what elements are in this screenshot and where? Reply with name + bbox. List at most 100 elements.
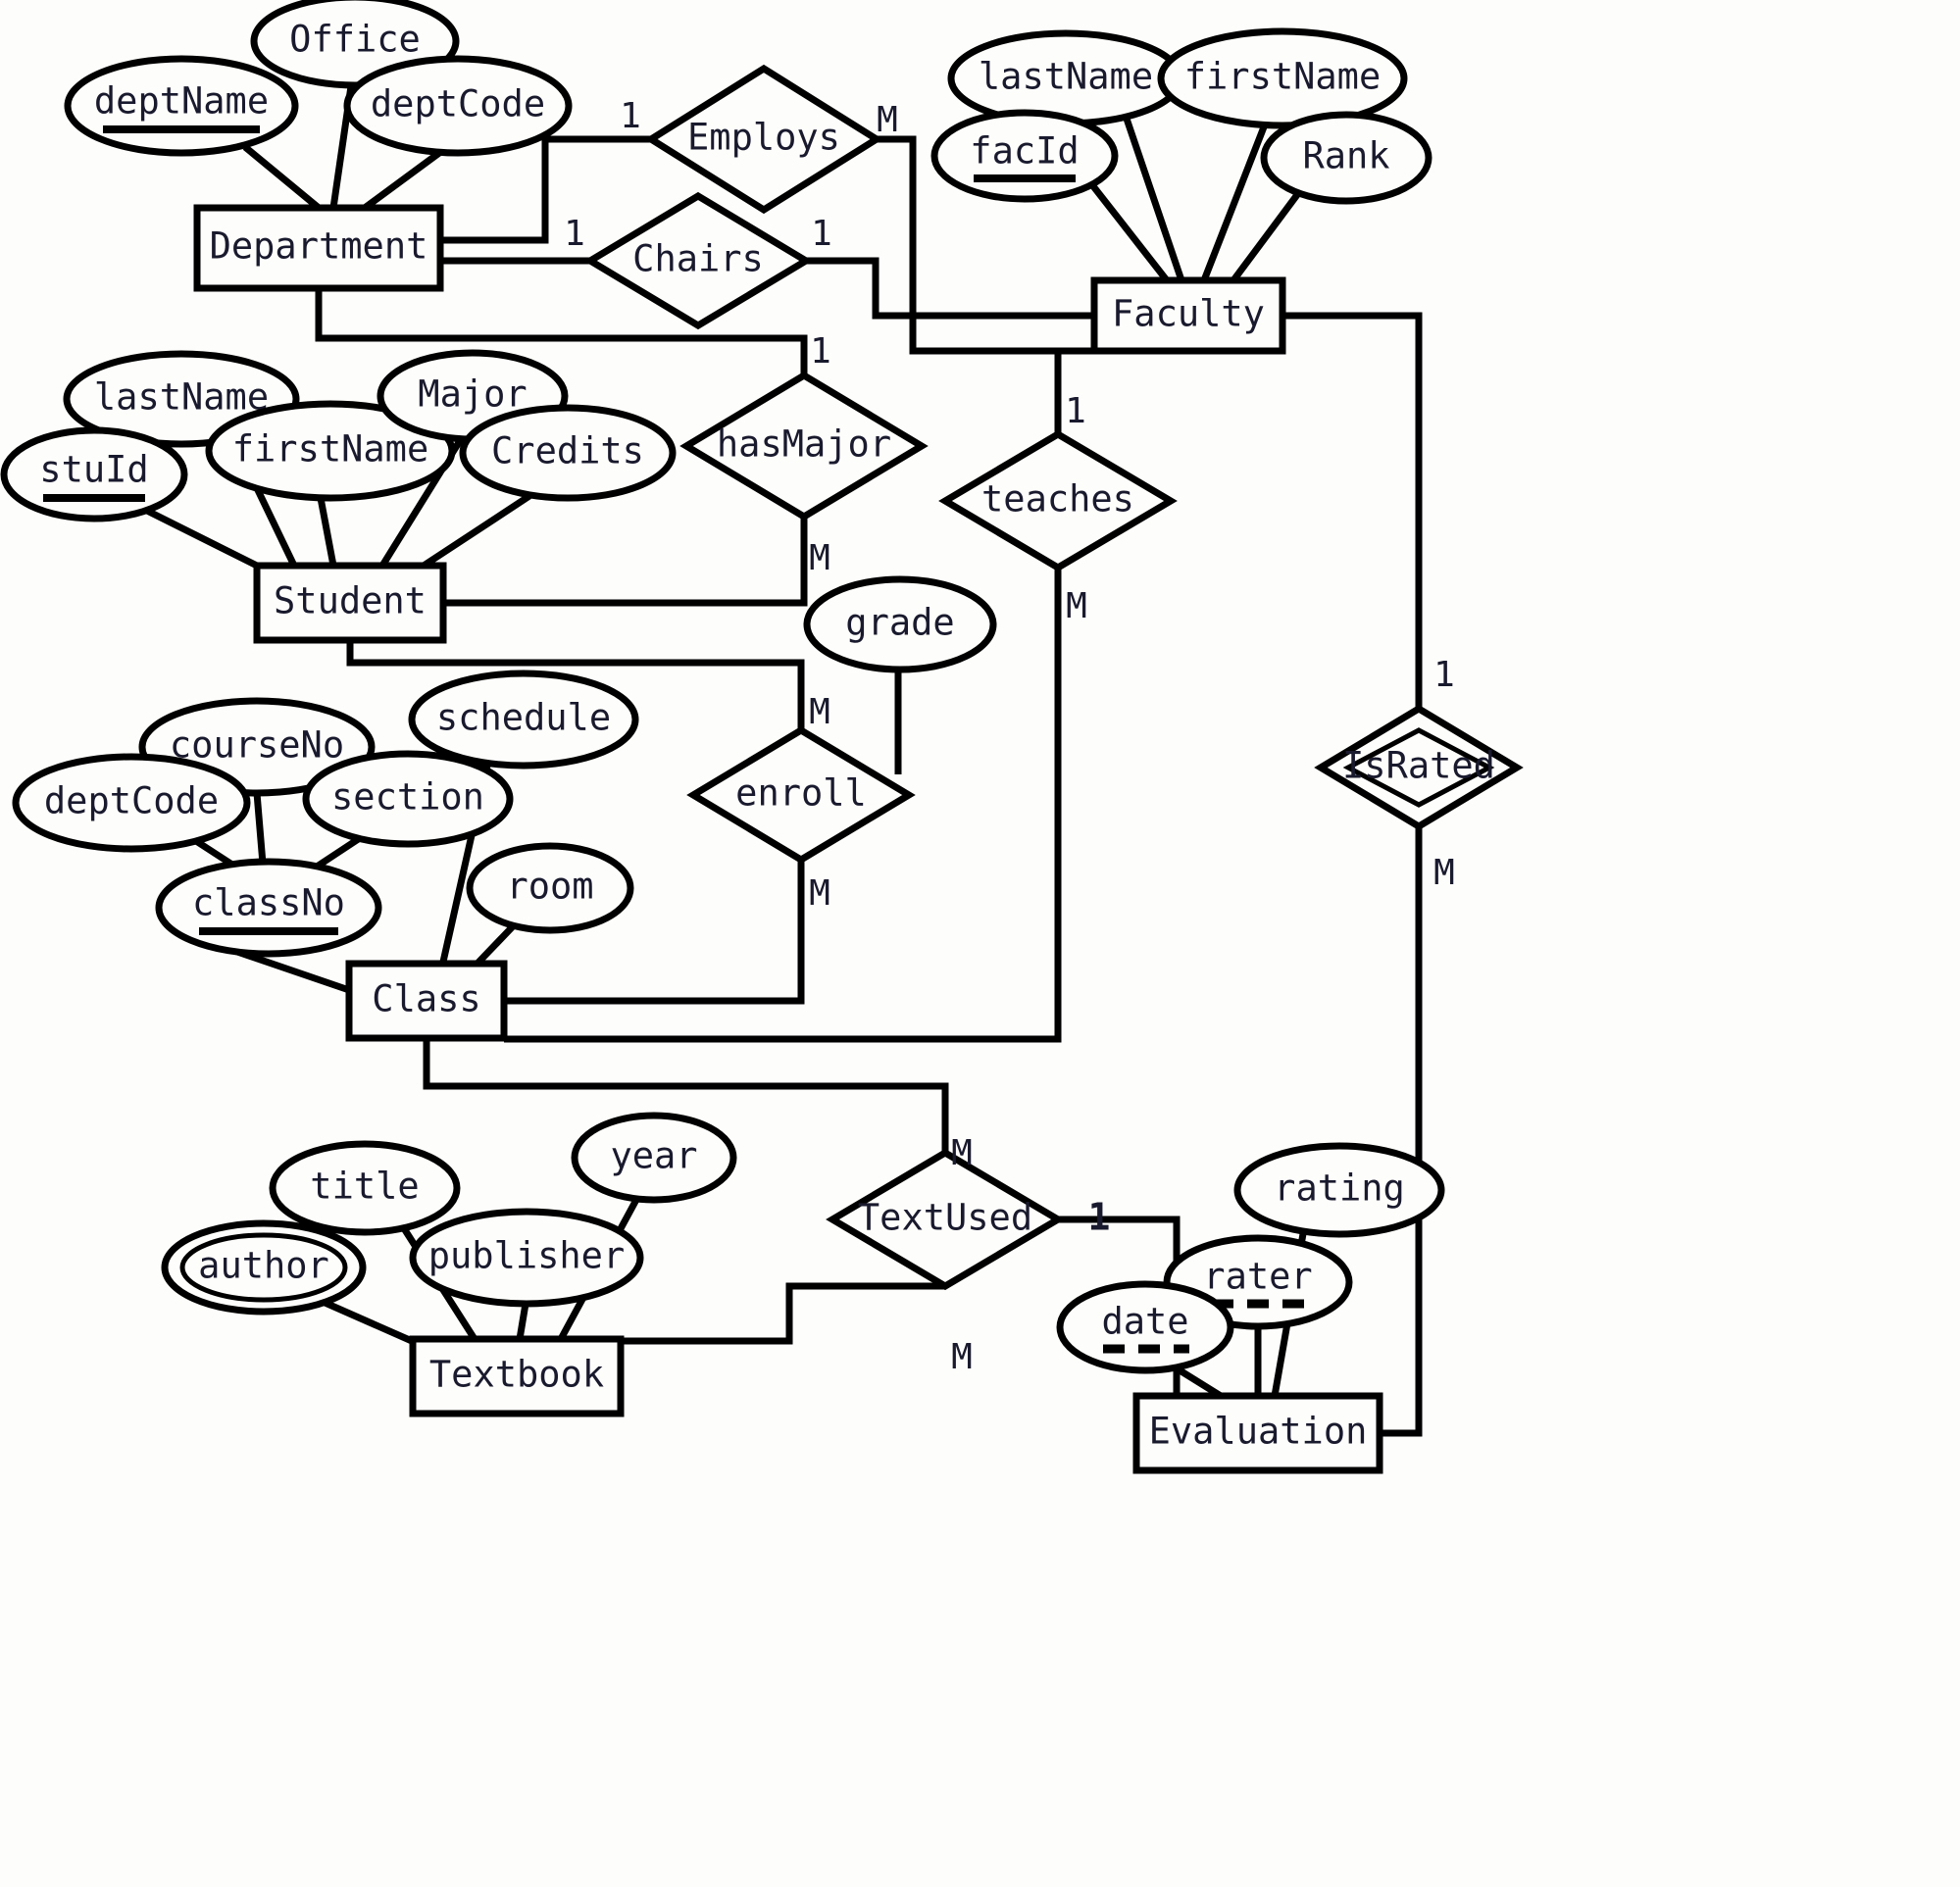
- attribute-rating[interactable]: rating: [1233, 1142, 1445, 1238]
- relationship-textused-label: TextUsed: [858, 1197, 1032, 1239]
- relationship-chairs-label: Chairs: [632, 238, 764, 280]
- attribute-rank[interactable]: Rank: [1260, 111, 1432, 205]
- attribute-section[interactable]: section: [302, 750, 514, 848]
- relationship-enroll[interactable]: enroll: [686, 725, 916, 865]
- cardinality-textused-evaluation: 1: [1088, 1196, 1111, 1239]
- attribute-lastname-student-label: lastName: [94, 376, 269, 419]
- attribute-year-label: year: [610, 1135, 697, 1177]
- attribute-date[interactable]: date: [1056, 1280, 1234, 1374]
- relationship-israted[interactable]: IsRated: [1314, 704, 1524, 831]
- attribute-classno[interactable]: classNo: [155, 858, 382, 958]
- attribute-deptcode-department[interactable]: deptCode: [343, 55, 573, 157]
- attribute-deptname[interactable]: deptName: [64, 55, 299, 157]
- link-deptcode-department: [362, 150, 442, 211]
- attribute-firstname-student-label: firstName: [232, 428, 428, 471]
- cardinality-employs-department: 1: [620, 96, 641, 136]
- cardinality-israted-evaluation: M: [1433, 853, 1455, 893]
- relationship-teaches[interactable]: teaches: [938, 429, 1178, 572]
- attribute-major-label: Major: [418, 373, 527, 416]
- attribute-section-label: section: [331, 776, 484, 819]
- attribute-room[interactable]: room: [466, 842, 634, 934]
- cardinality-enroll-class: M: [809, 873, 830, 914]
- link-firstname-faculty: [1200, 123, 1269, 282]
- link-date-evaluation: [1175, 1366, 1223, 1399]
- entity-faculty-label: Faculty: [1112, 293, 1265, 335]
- entity-faculty[interactable]: Faculty: [1090, 276, 1286, 355]
- link-publisher-textbook: [516, 1303, 529, 1340]
- attribute-stuid-label: stuId: [39, 449, 148, 491]
- link-deptname-department: [242, 144, 322, 211]
- cardinality-chairs-department: 1: [564, 214, 585, 254]
- entity-department-label: Department: [210, 225, 428, 268]
- attribute-room-label: room: [506, 866, 593, 908]
- entity-evaluation[interactable]: Evaluation: [1132, 1392, 1383, 1474]
- attribute-deptcode-class-label: deptCode: [44, 780, 219, 822]
- attribute-classno-label: classNo: [192, 882, 345, 924]
- cardinality-enroll-student: M: [809, 692, 830, 732]
- link-chairs-faculty: [806, 257, 1094, 320]
- attribute-firstname-faculty[interactable]: firstName: [1157, 27, 1408, 129]
- attribute-rater-label: rater: [1203, 1256, 1312, 1298]
- entity-class[interactable]: Class: [345, 960, 508, 1042]
- link-credits-student: [422, 493, 531, 569]
- cardinality-hasmajor-department: 1: [810, 331, 831, 372]
- attribute-rating-label: rating: [1274, 1167, 1405, 1210]
- attribute-facid[interactable]: facId: [930, 109, 1119, 203]
- entity-class-label: Class: [372, 978, 480, 1020]
- link-courseno-classno: [253, 792, 267, 865]
- cardinality-hasmajor-student: M: [809, 538, 830, 578]
- attribute-credits[interactable]: Credits: [459, 404, 677, 502]
- relationship-israted-label: IsRated: [1342, 745, 1495, 787]
- attribute-schedule-label: schedule: [436, 697, 611, 739]
- attribute-deptcode-class[interactable]: deptCode: [12, 753, 251, 853]
- entity-student[interactable]: Student: [253, 562, 447, 644]
- attribute-stuid[interactable]: stuId: [0, 426, 188, 522]
- attribute-firstname-faculty-label: firstName: [1184, 56, 1381, 98]
- relationship-enroll-label: enroll: [735, 772, 867, 815]
- attribute-facid-label: facId: [970, 130, 1079, 173]
- relationship-textused[interactable]: TextUsed: [826, 1148, 1065, 1291]
- attribute-publisher[interactable]: publisher: [409, 1208, 644, 1308]
- attribute-author[interactable]: author: [161, 1219, 367, 1316]
- attribute-grade[interactable]: grade: [803, 575, 997, 673]
- er-diagram-canvas: deptName Office deptCode lastName firstN…: [0, 0, 1960, 1887]
- link-textused-textbook: [621, 1282, 945, 1345]
- cardinality-israted-faculty: 1: [1433, 655, 1455, 695]
- attribute-date-label: date: [1101, 1301, 1188, 1343]
- link-rank-faculty: [1231, 189, 1302, 283]
- link-lastname-faculty: [1123, 117, 1185, 282]
- attribute-courseno-label: courseNo: [170, 724, 344, 767]
- entity-student-label: Student: [274, 580, 427, 622]
- relationship-employs-label: Employs: [687, 117, 840, 159]
- attribute-deptname-label: deptName: [94, 80, 269, 123]
- attribute-publisher-label: publisher: [428, 1235, 625, 1277]
- link-hasmajor-student: [443, 517, 808, 607]
- attribute-author-label: author: [198, 1245, 329, 1287]
- entity-textbook[interactable]: Textbook: [409, 1335, 625, 1417]
- link-israted-evaluation: [1380, 826, 1423, 1437]
- attribute-title-label: title: [310, 1166, 419, 1208]
- attribute-rank-label: Rank: [1302, 135, 1389, 177]
- entity-evaluation-label: Evaluation: [1149, 1411, 1368, 1453]
- link-stuid-student: [145, 507, 259, 570]
- attribute-lastname-faculty[interactable]: lastName: [947, 29, 1184, 127]
- cardinality-teaches-faculty: 1: [1065, 391, 1086, 431]
- attribute-title[interactable]: title: [269, 1140, 461, 1236]
- cardinality-chairs-faculty: 1: [811, 214, 832, 254]
- link-firstname-student: [317, 497, 337, 567]
- entity-department[interactable]: Department: [193, 204, 444, 292]
- entity-textbook-label: Textbook: [429, 1354, 604, 1396]
- relationship-nodes: Employs Chairs hasMajor teaches enroll I…: [583, 64, 1524, 1291]
- relationship-chairs[interactable]: Chairs: [583, 191, 813, 330]
- attribute-schedule[interactable]: schedule: [408, 670, 639, 770]
- relationship-hasmajor[interactable]: hasMajor: [679, 371, 929, 521]
- attribute-credits-label: Credits: [491, 430, 644, 472]
- relationship-hasmajor-label: hasMajor: [717, 423, 891, 466]
- attribute-lastname-faculty-label: lastName: [979, 56, 1153, 98]
- cardinality-textused-class: M: [951, 1133, 973, 1173]
- link-author-textbook: [319, 1297, 414, 1345]
- cardinality-employs-faculty: M: [877, 100, 898, 140]
- attribute-year[interactable]: year: [571, 1112, 737, 1204]
- er-diagram-svg: deptName Office deptCode lastName firstN…: [0, 0, 1524, 1474]
- relationship-employs[interactable]: Employs: [644, 64, 883, 215]
